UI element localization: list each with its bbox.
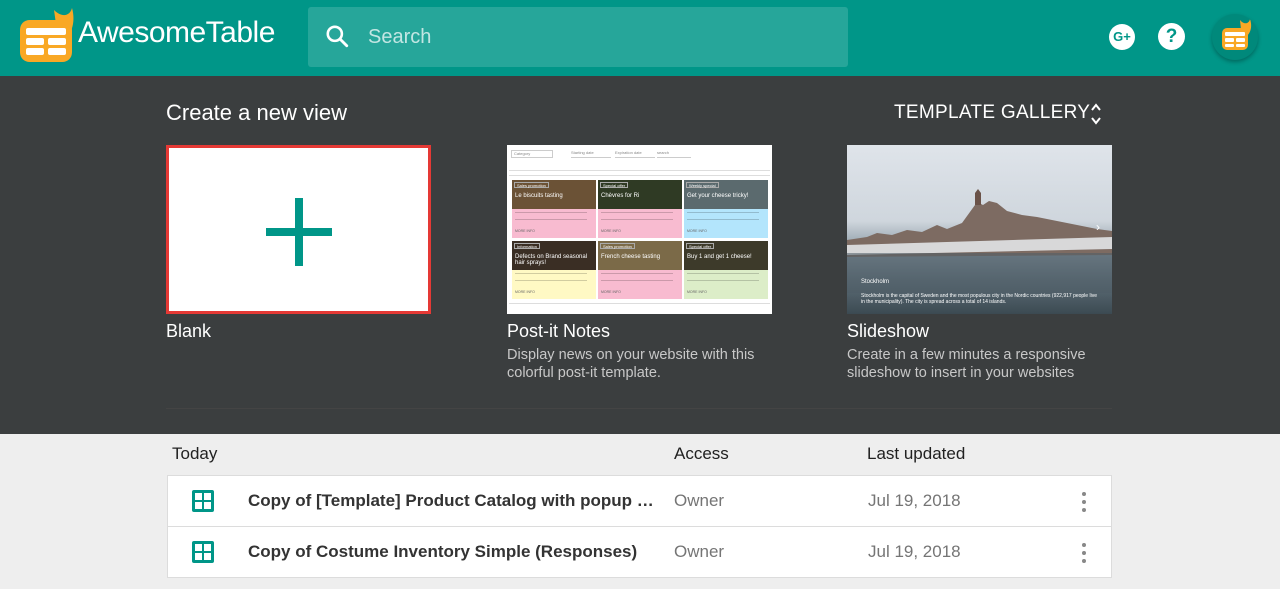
more-vert-icon[interactable] [1080, 541, 1088, 565]
postit-pager [509, 170, 770, 176]
avatar[interactable] [1212, 14, 1258, 60]
postit-note: Sales promotion Le biscuits tasting MORE… [512, 180, 596, 238]
file-access: Owner [674, 542, 725, 561]
search-box[interactable] [308, 7, 848, 67]
slide-text: Stockholm is the capital of Sweden and t… [861, 293, 1097, 305]
search-input[interactable] [368, 21, 828, 53]
template-description: Create in a few minutes a responsive sli… [847, 347, 1086, 381]
postit-note: Information Defects on Brand seasonal ha… [512, 241, 596, 299]
file-name[interactable]: Copy of [Template] Product Catalog with … [248, 491, 658, 511]
postit-search-filter: search [657, 150, 691, 158]
search-icon [326, 25, 349, 48]
file-row[interactable]: Copy of Costume Inventory Simple (Respon… [167, 526, 1112, 578]
template-description: Display news on your website with this c… [507, 347, 755, 381]
sort-arrows-icon [1091, 103, 1101, 125]
slideshow-thumbnail[interactable]: › Stockholm Stockholm is the capital of … [847, 145, 1112, 314]
create-view-section: Create a new view TEMPLATE GALLERY Blank… [0, 76, 1280, 434]
create-view-title: Create a new view [166, 100, 347, 125]
sheet-grid-icon [192, 490, 214, 512]
chevron-right-icon[interactable]: › [1096, 220, 1100, 234]
slide-caption: Stockholm [861, 279, 890, 285]
blank-thumbnail[interactable] [166, 145, 431, 314]
postit-note: Special offer Chèvres for Ri MORE INFO [598, 180, 682, 238]
brand-name[interactable]: AwesomeTable [78, 16, 275, 50]
template-name: Post-it Notes [507, 321, 611, 341]
postit-note: Special offer Buy 1 and get 1 cheese! MO… [684, 241, 768, 299]
column-header-name: Today [172, 444, 218, 463]
more-vert-icon[interactable] [1080, 490, 1088, 514]
postit-expiration-filter: Expiration date [615, 150, 655, 158]
file-access: Owner [674, 491, 725, 510]
column-header-last-updated[interactable]: Last updated [867, 444, 965, 464]
postit-note: Weekly special Get your cheese tricky! M… [684, 180, 768, 238]
template-name: Blank [166, 321, 212, 341]
postit-note: Sales promotion French cheese tasting MO… [598, 241, 682, 299]
postit-pager-bottom [509, 303, 770, 309]
postit-category-filter: Category [511, 150, 553, 158]
awesometable-logo-icon[interactable] [18, 8, 76, 62]
file-name[interactable]: Copy of Costume Inventory Simple (Respon… [248, 542, 658, 562]
sheet-grid-icon [192, 541, 214, 563]
city-skyline [847, 189, 1112, 293]
file-row[interactable]: Copy of [Template] Product Catalog with … [167, 475, 1112, 527]
plus-icon [295, 198, 303, 266]
template-gallery-label: TEMPLATE GALLERY [894, 102, 1091, 123]
postit-start-filter: Starting date [571, 150, 611, 158]
google-plus-icon[interactable]: G+ [1109, 24, 1135, 50]
awesometable-logo-icon [1222, 19, 1252, 50]
postit-thumbnail[interactable]: Category Starting date Expiration date s… [507, 145, 772, 314]
file-last-updated: Jul 19, 2018 [868, 491, 961, 510]
help-icon[interactable]: ? [1158, 23, 1185, 50]
file-last-updated: Jul 19, 2018 [868, 542, 961, 561]
template-gallery-button[interactable]: TEMPLATE GALLERY [894, 102, 1101, 125]
column-header-access: Access [674, 444, 729, 463]
app-header: AwesomeTable G+ ? [0, 0, 1280, 76]
divider [166, 408, 1112, 409]
postit-filter-bar: Category Starting date Expiration date s… [511, 148, 768, 160]
template-name: Slideshow [847, 321, 930, 341]
